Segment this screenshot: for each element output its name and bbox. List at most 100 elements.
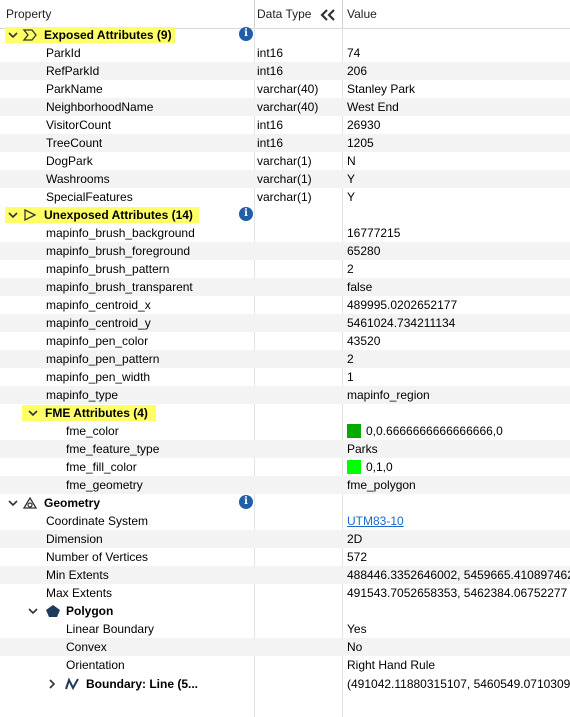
- property-value: N: [347, 154, 356, 168]
- data-type-column-header[interactable]: Data Type: [257, 0, 311, 28]
- attribute-row[interactable]: mapinfo_pen_width 1: [0, 368, 570, 386]
- property-value: 1: [347, 370, 354, 384]
- attribute-row[interactable]: mapinfo_type mapinfo_region: [0, 386, 570, 404]
- property-value: 489995.0202652177: [347, 298, 458, 312]
- chevron-down-icon[interactable]: [8, 30, 18, 40]
- unexposed-attributes-group[interactable]: Unexposed Attributes (14) i: [0, 206, 570, 224]
- property-value: Stanley Park: [347, 82, 416, 96]
- property-name: mapinfo_pen_pattern: [46, 352, 160, 366]
- property-value: 43520: [347, 334, 381, 348]
- property-name: fme_geometry: [66, 478, 143, 492]
- boundary-row[interactable]: Boundary: Line (5... (491042.11880315107…: [0, 675, 570, 693]
- property-value: 1205: [347, 136, 374, 150]
- column-header: Property Data Type Value: [0, 0, 570, 29]
- property-name: fme_color: [66, 424, 119, 438]
- property-value: Y: [347, 190, 356, 204]
- chevron-right-icon[interactable]: [47, 679, 57, 689]
- attribute-row[interactable]: mapinfo_brush_pattern 2: [0, 260, 570, 278]
- property-value: 572: [347, 550, 368, 564]
- property-name: Min Extents: [46, 568, 109, 582]
- attribute-row[interactable]: NeighborhoodName varchar(40) West End: [0, 98, 570, 116]
- property-value: fme_polygon: [347, 478, 416, 492]
- property-name: mapinfo_centroid_x: [46, 298, 151, 312]
- attribute-row[interactable]: SpecialFeatures varchar(1) Y: [0, 188, 570, 206]
- column-separator[interactable]: [254, 0, 255, 28]
- property-name: Convex: [66, 640, 107, 654]
- property-name: mapinfo_pen_color: [46, 334, 149, 348]
- data-type: int16: [257, 118, 284, 132]
- geometry-icon: [22, 496, 38, 509]
- property-value: Y: [347, 172, 356, 186]
- geometry-group[interactable]: Geometry i: [0, 494, 570, 512]
- data-type: int16: [257, 64, 284, 78]
- attribute-row[interactable]: Number of Vertices 572: [0, 548, 570, 566]
- data-type: int16: [257, 136, 284, 150]
- property-name: mapinfo_brush_transparent: [46, 280, 193, 294]
- attribute-row[interactable]: ParkName varchar(40) Stanley Park: [0, 80, 570, 98]
- play-outline-icon: [24, 208, 37, 222]
- attribute-row[interactable]: mapinfo_brush_background 16777215: [0, 224, 570, 242]
- chevron-down-icon[interactable]: [8, 498, 18, 508]
- property-value: 65280: [347, 244, 381, 258]
- sigma-icon: [22, 29, 37, 41]
- data-type: varchar(1): [257, 154, 312, 168]
- attribute-row[interactable]: Washrooms varchar(1) Y: [0, 170, 570, 188]
- info-icon[interactable]: i: [239, 207, 253, 221]
- attribute-row[interactable]: ParkId int16 74: [0, 44, 570, 62]
- exposed-attributes-group[interactable]: Exposed Attributes (9) i: [0, 26, 570, 44]
- attribute-row[interactable]: fme_color 0,0.6666666666666666,0: [0, 422, 570, 440]
- boundary-label: Boundary: Line (5...: [86, 677, 199, 691]
- property-value: West End: [347, 100, 399, 114]
- attribute-row[interactable]: DogPark varchar(1) N: [0, 152, 570, 170]
- chevron-down-icon[interactable]: [28, 606, 38, 616]
- column-separator[interactable]: [342, 0, 343, 28]
- attribute-row[interactable]: Dimension 2D: [0, 530, 570, 548]
- attribute-row[interactable]: TreeCount int16 1205: [0, 134, 570, 152]
- fme-attributes-group[interactable]: FME Attributes (4): [0, 404, 570, 422]
- property-name: RefParkId: [46, 64, 100, 78]
- coordinate-system-link[interactable]: UTM83-10: [347, 512, 570, 530]
- double-chevron-left-icon[interactable]: [318, 8, 338, 22]
- chevron-down-icon[interactable]: [28, 408, 38, 418]
- property-name: ParkName: [46, 82, 103, 96]
- property-value: 74: [347, 46, 361, 60]
- attribute-row[interactable]: mapinfo_centroid_x 489995.0202652177: [0, 296, 570, 314]
- attribute-row[interactable]: fme_feature_type Parks: [0, 440, 570, 458]
- data-type: varchar(1): [257, 190, 312, 204]
- info-icon[interactable]: i: [239, 495, 253, 509]
- attribute-row[interactable]: mapinfo_brush_transparent false: [0, 278, 570, 296]
- attribute-row[interactable]: mapinfo_pen_pattern 2: [0, 350, 570, 368]
- attribute-row[interactable]: RefParkId int16 206: [0, 62, 570, 80]
- polygon-group[interactable]: Polygon: [0, 602, 570, 620]
- attribute-row[interactable]: mapinfo_pen_color 43520: [0, 332, 570, 350]
- chevron-down-icon[interactable]: [8, 210, 18, 220]
- property-name: NeighborhoodName: [46, 100, 154, 114]
- attribute-row[interactable]: Convex No: [0, 638, 570, 656]
- attribute-row[interactable]: Min Extents 488446.3352646002, 5459665.41…: [0, 566, 570, 584]
- attribute-row[interactable]: VisitorCount int16 26930: [0, 116, 570, 134]
- info-icon[interactable]: i: [239, 27, 253, 41]
- attribute-row[interactable]: mapinfo_brush_foreground 65280: [0, 242, 570, 260]
- property-name: Max Extents: [46, 586, 113, 600]
- attribute-row[interactable]: mapinfo_centroid_y 5461024.734211134: [0, 314, 570, 332]
- attribute-row[interactable]: Linear Boundary Yes: [0, 620, 570, 638]
- property-value: 0,1,0: [366, 460, 393, 474]
- value-column-header[interactable]: Value: [347, 0, 377, 28]
- line-icon: [65, 677, 79, 691]
- attribute-row[interactable]: fme_fill_color 0,1,0: [0, 458, 570, 476]
- property-value: 206: [347, 64, 368, 78]
- property-name: Dimension: [46, 532, 103, 546]
- attribute-row[interactable]: Coordinate System UTM83-10: [0, 512, 570, 530]
- property-name: mapinfo_type: [46, 388, 119, 402]
- data-type: varchar(40): [257, 82, 319, 96]
- property-value: 2: [347, 262, 354, 276]
- property-value: 0,0.6666666666666666,0: [366, 424, 503, 438]
- color-swatch: [347, 424, 361, 438]
- property-name: Washrooms: [46, 172, 110, 186]
- property-name: mapinfo_brush_foreground: [46, 244, 191, 258]
- property-value: 5461024.734211134: [347, 316, 456, 330]
- property-column-header[interactable]: Property: [6, 0, 51, 28]
- attribute-row[interactable]: fme_geometry fme_polygon: [0, 476, 570, 494]
- attribute-row[interactable]: Max Extents 491543.7052658353, 5462384.06…: [0, 584, 570, 602]
- attribute-row[interactable]: Orientation Right Hand Rule: [0, 656, 570, 674]
